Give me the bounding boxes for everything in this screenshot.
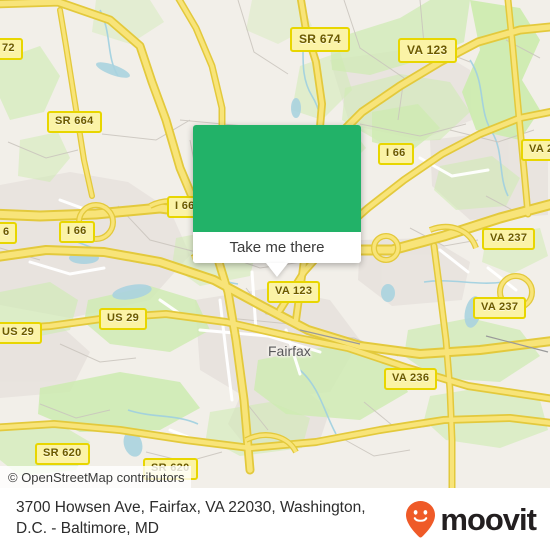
road-shield: VA 24 [521,139,550,161]
road-shield: I 66 [378,143,414,165]
moovit-pin-icon [406,501,436,538]
road-shield: US 29 [0,322,43,344]
card-footer: 3700 Howsen Ave, Fairfax, VA 22030, Wash… [0,488,550,550]
road-shield: I 66 [59,221,95,243]
road-shield: VA 237 [473,297,527,319]
road-shield: US 29 [99,308,148,330]
road-shield: VA 237 [482,228,536,250]
road-shield: SR 674 [290,27,350,52]
moovit-wordmark: moovit [440,501,537,537]
location-popup[interactable]: Take me there [193,125,361,277]
popup-image [193,125,361,232]
place-label: Fairfax [268,343,311,359]
address-text: 3700 Howsen Ave, Fairfax, VA 22030, Wash… [16,499,366,537]
road-shield: 6 [0,222,18,244]
osm-attribution-text: © OpenStreetMap contributors [8,469,185,485]
road-shield: 72 [0,38,23,60]
map-canvas[interactable]: 72SR 664SR 674VA 123I 66VA 24I 66I 666VA… [0,0,550,488]
road-shield: SR 664 [47,111,102,133]
popup-pointer-tail [266,263,288,277]
osm-attribution[interactable]: © OpenStreetMap contributors [0,466,191,488]
take-me-there-button[interactable]: Take me there [193,232,361,263]
road-shield: VA 236 [384,368,438,390]
road-shield: VA 123 [267,281,321,303]
moovit-logo[interactable]: moovit [404,500,537,538]
road-shield: VA 123 [398,38,457,63]
moovit-location-card: 72SR 664SR 674VA 123I 66VA 24I 66I 666VA… [0,0,550,550]
road-shield: SR 620 [35,443,90,465]
